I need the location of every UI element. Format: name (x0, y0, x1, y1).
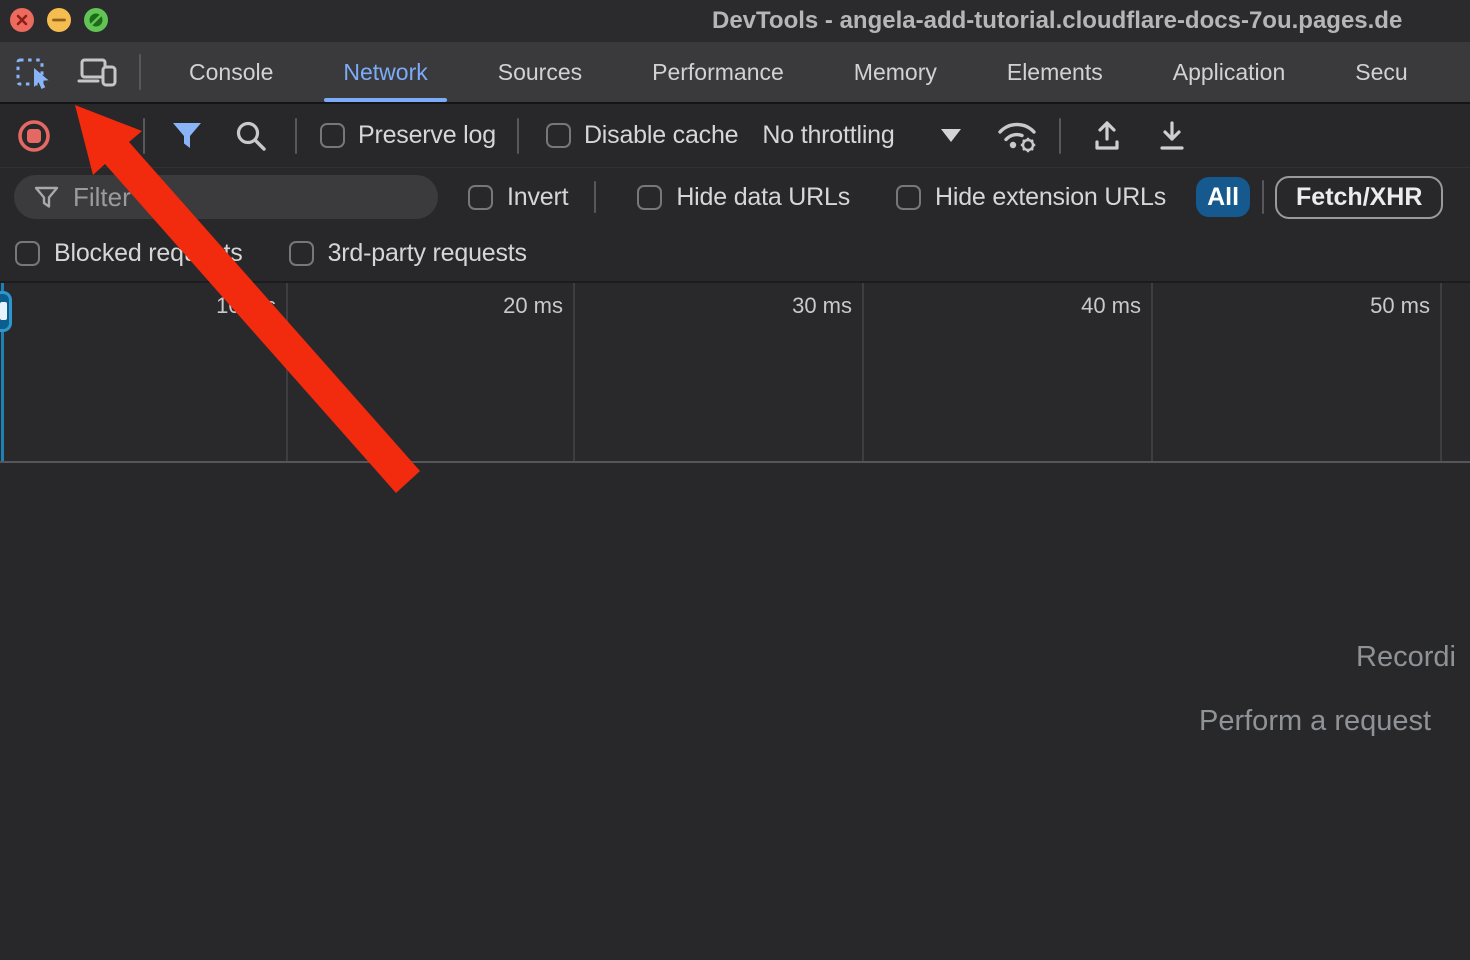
timeline-drag-handle[interactable] (0, 291, 12, 332)
close-window-icon[interactable] (10, 8, 34, 32)
zoom-window-icon[interactable] (84, 8, 108, 32)
timeline-tick-10ms: 10 ms (156, 293, 276, 319)
timeline-gridline (286, 283, 288, 461)
window-controls (10, 8, 108, 32)
filter-toggle-icon[interactable] (172, 122, 202, 150)
toolbar-divider (1059, 118, 1061, 154)
export-har-icon[interactable] (1155, 119, 1189, 153)
timeline-tick-40ms: 40 ms (1021, 293, 1141, 319)
toolbar-divider (139, 54, 141, 90)
disable-cache-label[interactable]: Disable cache (584, 121, 738, 150)
hide-data-urls-checkbox[interactable] (637, 185, 662, 210)
filter-input-container (14, 175, 438, 219)
devtools-tabbar: Console Network Sources Performance Memo… (0, 42, 1470, 104)
network-filterbar: Invert Hide data URLs Hide extension URL… (0, 168, 1470, 226)
empty-state-perform-request-text: Perform a request (1199, 705, 1431, 738)
timeline-tick-50ms: 50 ms (1310, 293, 1430, 319)
request-filters-row: Blocked requests 3rd-party requests (0, 226, 1470, 283)
tab-application[interactable]: Application (1151, 42, 1308, 102)
preserve-log-label[interactable]: Preserve log (358, 121, 496, 150)
timeline-gridline (1440, 283, 1442, 461)
window-title: DevTools - angela-add-tutorial.cloudflar… (712, 0, 1402, 42)
toolbar-divider (143, 118, 145, 154)
tab-memory[interactable]: Memory (832, 42, 959, 102)
throttling-select[interactable]: No throttling (762, 121, 894, 150)
invert-checkbox[interactable] (468, 185, 493, 210)
filter-chip-all[interactable]: All (1196, 177, 1250, 217)
tab-sources[interactable]: Sources (476, 42, 604, 102)
toolbar-divider (295, 118, 297, 154)
network-overview-timeline[interactable]: 10 ms 20 ms 30 ms 40 ms 50 ms (0, 283, 1470, 463)
minimize-window-icon[interactable] (47, 8, 71, 32)
clear-network-log-icon[interactable] (83, 119, 117, 153)
network-log-empty-area: Recordi Perform a request (0, 463, 1470, 960)
disable-cache-checkbox[interactable] (546, 123, 571, 148)
toolbar-divider (517, 118, 519, 154)
search-icon[interactable] (235, 120, 267, 152)
filter-divider (1262, 180, 1264, 214)
inspect-element-icon[interactable] (14, 53, 52, 91)
empty-state-recording-text: Recordi (1356, 641, 1456, 674)
timeline-tick-30ms: 30 ms (732, 293, 852, 319)
device-toolbar-icon[interactable] (77, 53, 119, 91)
timeline-drag-handle-grip (0, 302, 7, 320)
chevron-down-icon[interactable] (941, 129, 961, 142)
timeline-gridline (862, 283, 864, 461)
tab-performance[interactable]: Performance (630, 42, 806, 102)
third-party-requests-checkbox[interactable] (289, 241, 314, 266)
funnel-icon (34, 186, 59, 209)
titlebar: DevTools - angela-add-tutorial.cloudflar… (0, 0, 1470, 42)
preserve-log-checkbox[interactable] (320, 123, 345, 148)
blocked-requests-label[interactable]: Blocked requests (54, 239, 243, 268)
network-toolbar: Preserve log Disable cache No throttling (0, 104, 1470, 168)
blocked-requests-checkbox[interactable] (15, 241, 40, 266)
filter-chip-fetch-xhr[interactable]: Fetch/XHR (1275, 176, 1443, 219)
tab-console[interactable]: Console (167, 42, 295, 102)
import-har-icon[interactable] (1090, 119, 1124, 153)
invert-label[interactable]: Invert (507, 183, 568, 212)
filter-divider (594, 181, 596, 213)
hide-extension-urls-label[interactable]: Hide extension URLs (935, 183, 1166, 212)
filter-input[interactable] (73, 182, 403, 213)
record-network-log-icon[interactable] (16, 118, 52, 154)
hide-extension-urls-checkbox[interactable] (896, 185, 921, 210)
timeline-tick-20ms: 20 ms (443, 293, 563, 319)
tab-security[interactable]: Secu (1333, 42, 1429, 102)
tab-elements[interactable]: Elements (985, 42, 1125, 102)
tab-network[interactable]: Network (321, 42, 449, 102)
timeline-gridline (1151, 283, 1153, 461)
third-party-requests-label[interactable]: 3rd-party requests (328, 239, 527, 268)
timeline-gridline (573, 283, 575, 461)
network-conditions-icon[interactable] (996, 118, 1038, 154)
hide-data-urls-label[interactable]: Hide data URLs (676, 183, 850, 212)
